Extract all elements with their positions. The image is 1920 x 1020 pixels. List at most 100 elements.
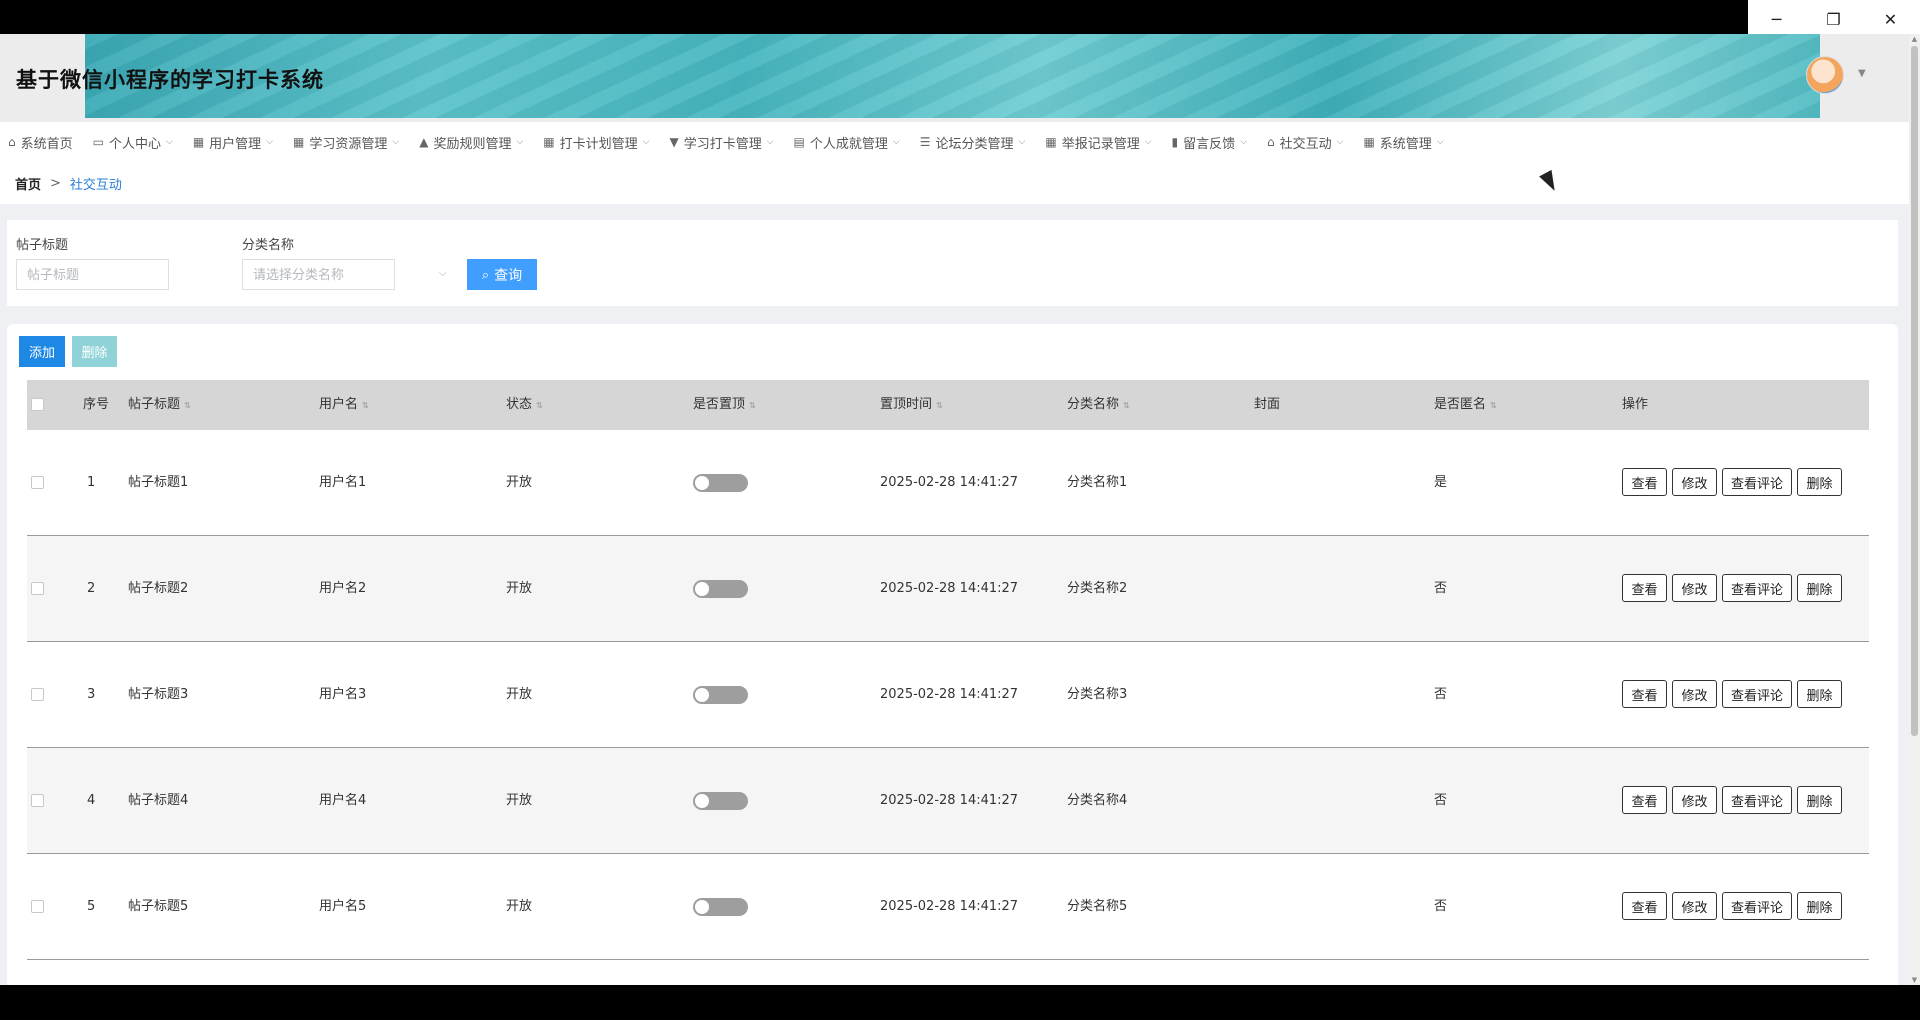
pinned-toggle[interactable] — [693, 686, 748, 704]
add-button[interactable]: 添加 — [19, 336, 65, 367]
pinned-toggle[interactable] — [693, 474, 748, 492]
view-row-button[interactable]: 查看 — [1622, 468, 1667, 496]
row-checkbox[interactable] — [31, 900, 44, 913]
category-select[interactable] — [242, 259, 395, 290]
pinned-toggle[interactable] — [693, 898, 748, 916]
breadcrumb: 首页 > 社交互动 — [0, 162, 1909, 204]
view-row-button[interactable]: 查看 — [1622, 680, 1667, 708]
edit-row-button[interactable]: 修改 — [1672, 574, 1717, 602]
comments-row-button[interactable]: 查看评论 — [1722, 892, 1792, 920]
nav-item-8[interactable]: ☰ 论坛分类管理 ⌵ — [920, 133, 1026, 152]
header-banner — [85, 34, 1820, 118]
cell-pinned-time: 2025-02-28 14:41:27 — [880, 581, 1019, 596]
shop-icon: ⌂ — [1266, 135, 1275, 149]
th-anonymous[interactable]: 是否匿名 ⇅ — [1434, 380, 1497, 430]
cell-pinned-time: 2025-02-28 14:41:27 — [880, 793, 1019, 808]
cell-username: 用户名3 — [319, 687, 367, 702]
nav-item-0[interactable]: ⌂ 系统首页 — [8, 133, 73, 152]
delete-row-button[interactable]: 删除 — [1797, 468, 1842, 496]
comments-row-button[interactable]: 查看评论 — [1722, 680, 1792, 708]
query-button[interactable]: ⌕ 查询 — [467, 259, 537, 290]
pinned-toggle[interactable] — [693, 580, 748, 598]
comments-row-button[interactable]: 查看评论 — [1722, 574, 1792, 602]
row-checkbox[interactable] — [31, 582, 44, 595]
cell-username: 用户名2 — [319, 581, 367, 596]
row-checkbox[interactable] — [31, 688, 44, 701]
table-header: 序号 帖子标题 ⇅ 用户名 ⇅ 状态 ⇅ 是否置顶 ⇅ 置顶时间 ⇅ 分类名称 ⇅ 封面 是… — [27, 380, 1869, 430]
th-pinned[interactable]: 是否置顶 ⇅ — [693, 380, 756, 430]
row-checkbox[interactable] — [31, 476, 44, 489]
row-checkbox[interactable] — [31, 794, 44, 807]
nav-item-12[interactable]: ▦ 系统管理 ⌵ — [1363, 133, 1443, 152]
vertical-scrollbar[interactable]: ▲ ▼ — [1909, 34, 1920, 985]
edit-row-button[interactable]: 修改 — [1672, 680, 1717, 708]
nav-item-9[interactable]: ▦ 举报记录管理 ⌵ — [1045, 133, 1151, 152]
delete-row-button[interactable]: 删除 — [1797, 892, 1842, 920]
pinned-toggle[interactable] — [693, 792, 748, 810]
th-title[interactable]: 帖子标题 ⇅ — [128, 380, 191, 430]
th-cover: 封面 — [1254, 397, 1281, 412]
nav-item-11[interactable]: ⌂ 社交互动 ⌵ — [1267, 133, 1343, 152]
chevron-down-icon: ⌵ — [1436, 137, 1444, 147]
view-row-button[interactable]: 查看 — [1622, 574, 1667, 602]
cell-category: 分类名称5 — [1067, 899, 1128, 914]
th-actions: 操作 — [1622, 397, 1649, 412]
nav-item-3[interactable]: ▦ 学习资源管理 ⌵ — [293, 133, 399, 152]
grid-icon: ▦ — [192, 135, 205, 149]
cell-status: 开放 — [506, 581, 533, 596]
caret-down-icon[interactable]: ▼ — [1858, 68, 1866, 79]
grid-icon: ▦ — [293, 135, 305, 149]
avatar[interactable] — [1806, 56, 1844, 94]
th-status[interactable]: 状态 ⇅ — [506, 380, 543, 430]
view-row-button[interactable]: 查看 — [1622, 786, 1667, 814]
th-username[interactable]: 用户名 ⇅ — [319, 380, 369, 430]
table-row: 3 帖子标题3 用户名3 开放 2025-02-28 14:41:27 分类名称3 否 查看修… — [27, 642, 1869, 748]
sort-icon[interactable]: ⇅ — [184, 401, 191, 410]
table-row: 1 帖子标题1 用户名1 开放 2025-02-28 14:41:27 分类名称1 是 查看修… — [27, 430, 1869, 536]
comments-row-button[interactable]: 查看评论 — [1722, 468, 1792, 496]
nav-item-1[interactable]: ▭ 个人中心 ⌵ — [93, 133, 173, 152]
breadcrumb-home[interactable]: 首页 — [15, 174, 41, 193]
delete-row-button[interactable]: 删除 — [1797, 574, 1842, 602]
title-input[interactable] — [16, 259, 169, 290]
sort-icon[interactable]: ⇅ — [1123, 401, 1130, 410]
sort-icon[interactable]: ⇅ — [749, 401, 756, 410]
sort-icon[interactable]: ⇅ — [536, 401, 543, 410]
select-all-checkbox[interactable] — [31, 398, 44, 411]
sort-icon[interactable]: ⇅ — [362, 401, 369, 410]
chevron-down-icon[interactable]: ⌵ — [439, 268, 447, 279]
th-pinned-time[interactable]: 置顶时间 ⇅ — [880, 380, 943, 430]
edit-row-button[interactable]: 修改 — [1672, 468, 1717, 496]
scroll-up-icon[interactable]: ▲ — [1911, 34, 1918, 44]
delete-row-button[interactable]: 删除 — [1797, 680, 1842, 708]
nav-item-4[interactable]: ▲ 奖励规则管理 ⌵ — [419, 133, 523, 152]
nav-item-7[interactable]: ▤ 个人成就管理 ⌵ — [794, 133, 900, 152]
sort-icon[interactable]: ⇅ — [936, 401, 943, 410]
nav-item-5[interactable]: ▦ 打卡计划管理 ⌵ — [543, 133, 649, 152]
cell-pinned-time: 2025-02-28 14:41:27 — [880, 687, 1019, 702]
cell-status: 开放 — [506, 793, 533, 808]
nav-item-6[interactable]: ▼ 学习打卡管理 ⌵ — [669, 133, 773, 152]
view-row-button[interactable]: 查看 — [1622, 892, 1667, 920]
edit-row-button[interactable]: 修改 — [1672, 892, 1717, 920]
scroll-down-icon[interactable]: ▼ — [1911, 975, 1918, 985]
nav-item-label: 学习打卡管理 — [683, 136, 762, 152]
nav-item-2[interactable]: ▦ 用户管理 ⌵ — [193, 133, 273, 152]
grid-icon: ▦ — [1045, 135, 1057, 149]
breadcrumb-current: 社交互动 — [69, 177, 122, 193]
delete-button[interactable]: 删除 — [72, 336, 117, 367]
nav-item-10[interactable]: ▮ 留言反馈 ⌵ — [1172, 133, 1247, 152]
cell-status: 开放 — [506, 475, 533, 490]
nav-item-label: 学习资源管理 — [309, 136, 388, 152]
sort-icon[interactable]: ⇅ — [1490, 401, 1497, 410]
grid-icon: ▦ — [543, 135, 555, 149]
edit-row-button[interactable]: 修改 — [1672, 786, 1717, 814]
cell-username: 用户名4 — [319, 793, 367, 808]
delete-row-button[interactable]: 删除 — [1797, 786, 1842, 814]
chevron-down-icon: ⌵ — [166, 137, 173, 147]
cell-pinned-time: 2025-02-28 14:41:27 — [880, 899, 1019, 914]
th-category[interactable]: 分类名称 ⇅ — [1067, 380, 1130, 430]
nav-item-label: 社交互动 — [1279, 136, 1332, 152]
scrollbar-thumb[interactable] — [1911, 46, 1918, 736]
comments-row-button[interactable]: 查看评论 — [1722, 786, 1792, 814]
